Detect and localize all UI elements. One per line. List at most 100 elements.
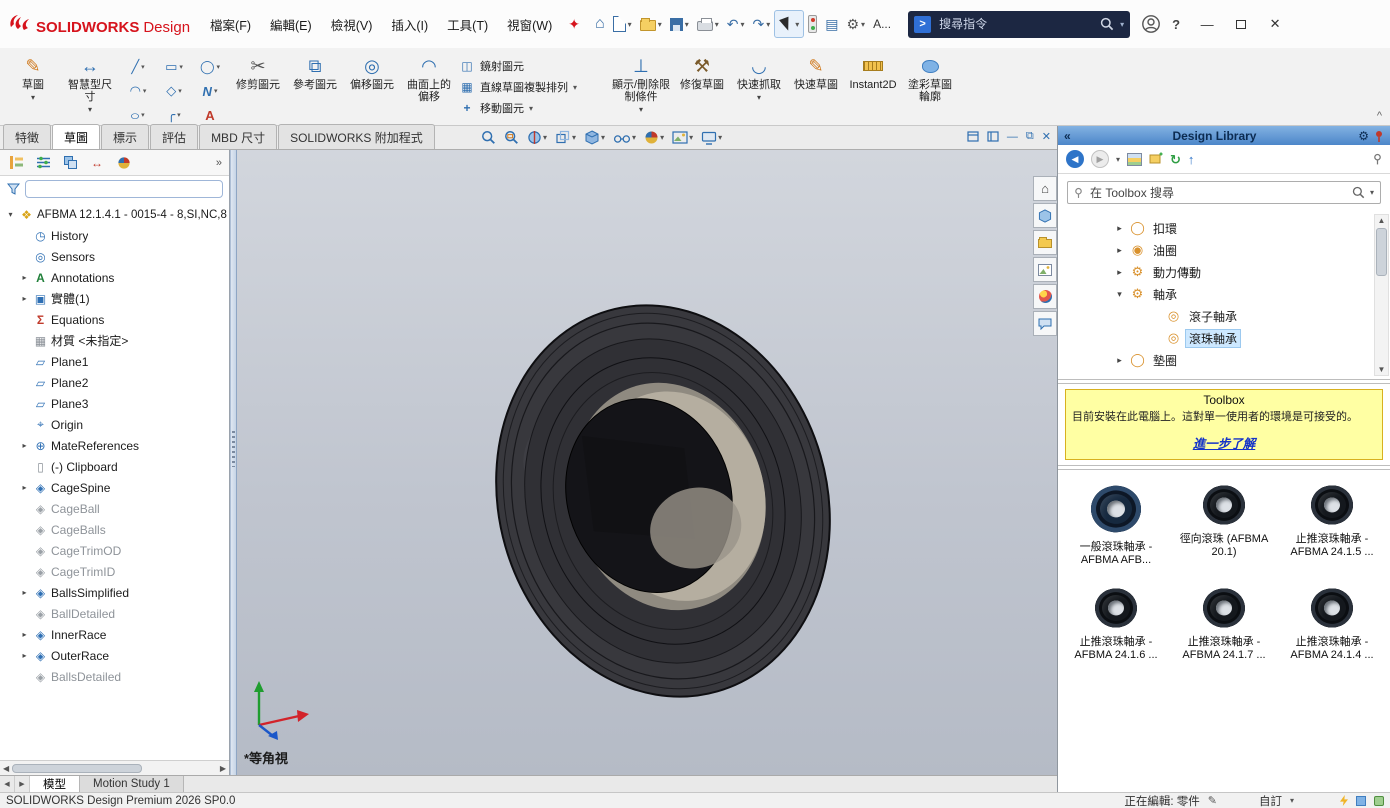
expand-icon[interactable]: ▸ [19, 588, 30, 597]
scrollbar-thumb[interactable] [1376, 228, 1387, 276]
library-item[interactable]: 止推滾珠軸承 - AFBMA 24.1.7 ... [1170, 587, 1278, 662]
convert-entities-button[interactable]: ⧉ 參考圖元 [288, 51, 342, 123]
pane-divider[interactable] [1058, 379, 1390, 384]
toolbox-tree-item[interactable]: ▸◉油圈 [1058, 239, 1374, 261]
tree-item[interactable]: ◈CageTrimOD [3, 540, 229, 561]
scroll-right-icon[interactable]: ▶ [220, 764, 226, 773]
mirror-entities-button[interactable]: ◫ 鏡射圖元 [459, 58, 607, 74]
print-button[interactable]: ▾ [693, 10, 723, 38]
motion-study-tab[interactable]: Motion Study 1 [80, 776, 184, 792]
menu-file[interactable]: 檔案(F) [201, 9, 260, 40]
toolbox-tree-item[interactable]: ▸⚙動力傳動 [1058, 261, 1374, 283]
add-to-library-icon[interactable] [1127, 153, 1142, 166]
toolbox-tree-item[interactable]: ▸◯扣環 [1058, 217, 1374, 239]
sketch-caret-icon[interactable]: ▾ [31, 92, 35, 104]
open-caret-icon[interactable]: ▾ [658, 20, 662, 29]
spline-tool-button[interactable]: N▾ [192, 79, 228, 103]
panel-splitter[interactable] [230, 150, 237, 775]
tree-item[interactable]: ▸◈InnerRace [3, 624, 229, 645]
zoom-area-button[interactable] [501, 128, 522, 147]
sketch-button[interactable]: ✎ 草圖 ▾ [6, 51, 60, 123]
line-tool-button[interactable]: ╱▾ [120, 55, 156, 79]
arc-tool-button[interactable]: ◠▾ [120, 79, 156, 103]
float-pane-icon[interactable] [987, 131, 999, 142]
expand-icon[interactable]: ▸ [19, 294, 30, 303]
scroll-left-icon[interactable]: ◀ [3, 764, 9, 773]
doc-close-button[interactable]: ✕ [1042, 130, 1051, 143]
menu-edit[interactable]: 編輯(E) [261, 9, 321, 40]
close-button[interactable]: ✕ [1259, 9, 1291, 39]
tray-icon[interactable] [1356, 796, 1366, 806]
tab-scroll-right-icon[interactable]: ▶ [15, 776, 30, 792]
display-style-button[interactable]: ▾ [581, 128, 608, 147]
save-button[interactable]: ▾ [666, 10, 693, 38]
add-file-location-icon[interactable] [1149, 152, 1163, 166]
toolbox-tree-item[interactable]: ▸◯墊圈 [1058, 349, 1374, 371]
hide-show-items-button[interactable]: ▾ [610, 130, 639, 146]
toolbox-search-icon[interactable] [1352, 186, 1365, 199]
rapid-sketch-button[interactable]: ✎ 快速草圖 [789, 51, 843, 123]
tree-item[interactable]: ◈CageBall [3, 498, 229, 519]
nav-history-caret-icon[interactable]: ▾ [1116, 155, 1120, 164]
tree-item[interactable]: ▱Plane1 [3, 351, 229, 372]
feature-manager-tab[interactable] [7, 154, 25, 172]
zoom-fit-button[interactable] [478, 128, 499, 147]
tree-item[interactable]: ▸◈CageSpine [3, 477, 229, 498]
apps-button[interactable]: A... [869, 10, 895, 38]
save-caret-icon[interactable]: ▾ [685, 20, 689, 29]
resources-icon[interactable]: ✦ [568, 16, 580, 33]
tree-item[interactable]: ◈CageBalls [3, 519, 229, 540]
tab-markup[interactable]: 標示 [101, 124, 149, 149]
trim-entities-button[interactable]: ✂ 修剪圖元 [231, 51, 285, 123]
shaded-contours-button[interactable]: 塗彩草圖輪廓 [903, 51, 957, 123]
spline-caret-icon[interactable]: ▾ [214, 87, 218, 95]
view-settings-caret-icon[interactable]: ▾ [718, 133, 722, 142]
expand-icon[interactable]: ▸ [19, 651, 30, 660]
print-caret-icon[interactable]: ▾ [715, 20, 719, 29]
tree-root[interactable]: ▾ ❖ AFBMA 12.1.4.1 - 0015-4 - 8,SI,NC,8 [3, 204, 229, 225]
pin-icon[interactable] [1374, 130, 1384, 142]
library-item[interactable]: 止推滾珠軸承 - AFBMA 24.1.4 ... [1278, 587, 1386, 662]
toolbox-search-caret-icon[interactable]: ▾ [1370, 188, 1374, 197]
smart-dimension-caret-icon[interactable]: ▾ [88, 104, 92, 116]
collapse-pane-icon[interactable]: « [1064, 129, 1071, 143]
file-properties-button[interactable]: ▤ [821, 10, 842, 38]
tree-item[interactable]: ▸◈BallsSimplified [3, 582, 229, 603]
move-caret-icon[interactable]: ▾ [529, 104, 533, 113]
move-entities-button[interactable]: + 移動圖元 ▾ [459, 100, 607, 116]
menu-insert[interactable]: 插入(I) [382, 9, 437, 40]
options-caret-icon[interactable]: ▾ [861, 20, 865, 29]
menu-window[interactable]: 視窗(W) [498, 9, 561, 40]
panel-tabs-overflow-icon[interactable]: » [216, 157, 222, 169]
tree-item[interactable]: ◈CageTrimID [3, 561, 229, 582]
tree-item[interactable]: ▸⊕MateReferences [3, 435, 229, 456]
instant2d-button[interactable]: Instant2D [846, 51, 900, 123]
tree-item[interactable]: ▸◈OuterRace [3, 645, 229, 666]
library-item[interactable]: 止推滾珠軸承 - AFBMA 24.1.6 ... [1062, 587, 1170, 662]
repair-sketch-button[interactable]: ⚒ 修復草圖 [675, 51, 729, 123]
library-item[interactable]: 一般滾珠軸承 - AFBMA AFB... [1062, 484, 1170, 567]
ellipse-caret-icon[interactable]: ▾ [141, 111, 145, 119]
design-library-tab[interactable] [1033, 203, 1057, 228]
learn-more-link[interactable]: 進一步了解 [1193, 437, 1256, 451]
command-search-input[interactable] [937, 16, 1094, 32]
linear-pattern-caret-icon[interactable]: ▾ [573, 83, 577, 92]
new-caret-icon[interactable]: ▾ [628, 20, 632, 29]
ribbon-collapse-icon[interactable]: ^ [1377, 110, 1382, 122]
customize-caret-icon[interactable]: ▾ [1290, 796, 1294, 805]
hide-show-caret-icon[interactable]: ▾ [632, 133, 636, 142]
rectangle-caret-icon[interactable]: ▾ [179, 63, 183, 71]
section-caret-icon[interactable]: ▾ [543, 133, 547, 142]
polygon-tool-button[interactable]: ◇▾ [156, 79, 192, 103]
toolbox-tree-item[interactable]: ◎滾子軸承 [1058, 305, 1374, 327]
circle-caret-icon[interactable]: ▾ [217, 63, 221, 71]
graphics-viewport[interactable]: *等角視 [237, 150, 1057, 775]
home-tab[interactable]: ⌂ [1033, 176, 1057, 201]
forward-button[interactable]: ▶ [1091, 150, 1109, 168]
tree-item[interactable]: ▦材質 <未指定> [3, 330, 229, 351]
scene-caret-icon[interactable]: ▾ [689, 133, 693, 142]
tree-item[interactable]: ◎Sensors [3, 246, 229, 267]
collapse-icon[interactable]: ▾ [1114, 289, 1125, 300]
rebuild-button[interactable] [804, 10, 821, 38]
configuration-manager-tab[interactable] [61, 154, 79, 172]
